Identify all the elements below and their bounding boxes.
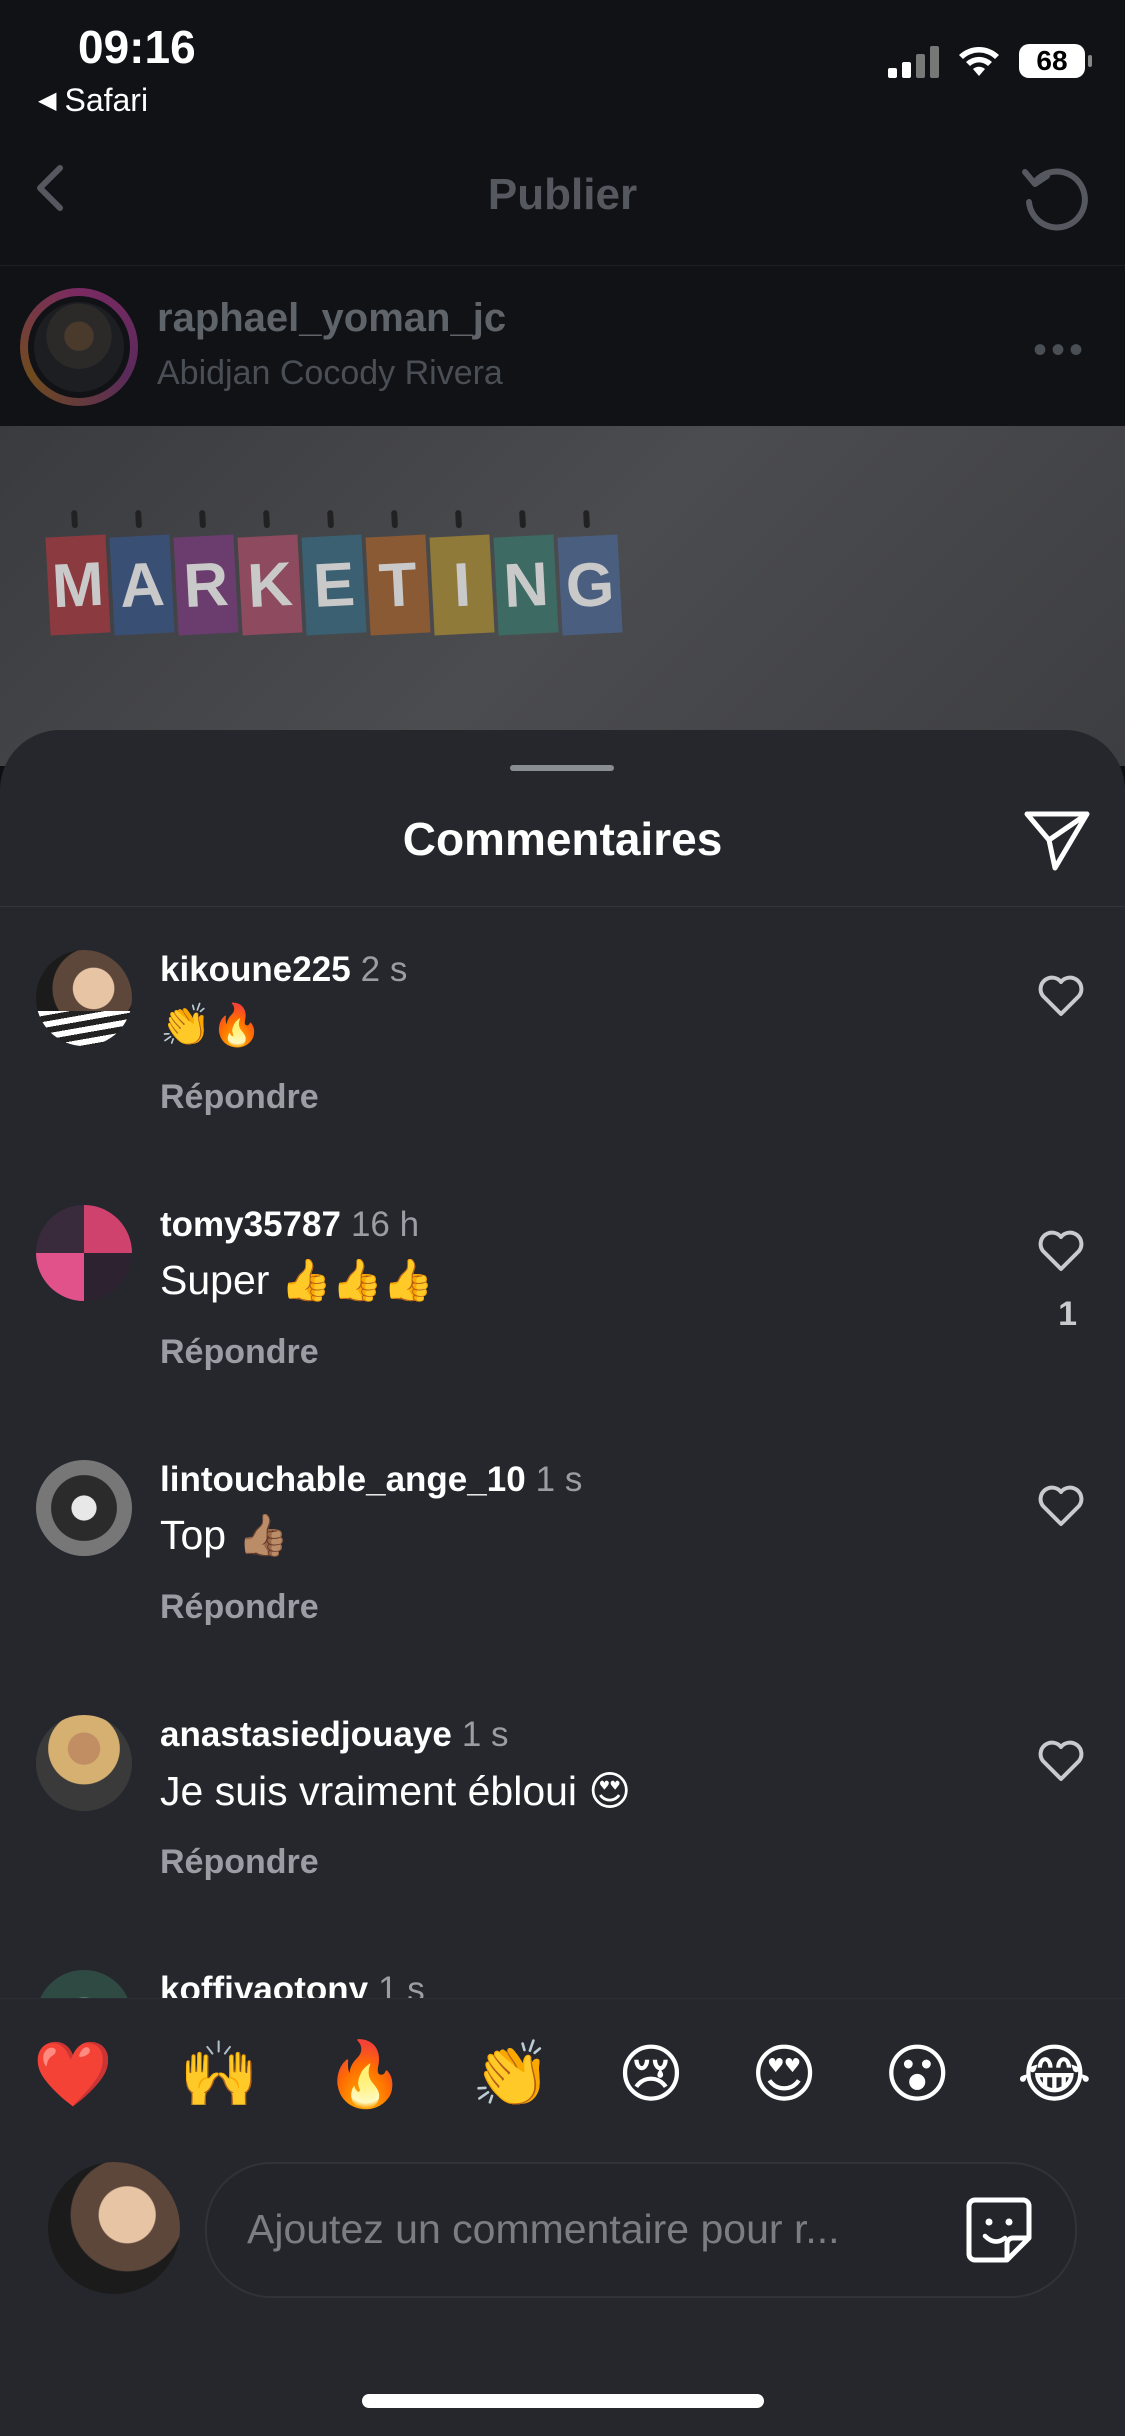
comment-username[interactable]: kikoune225 2 s (160, 950, 407, 990)
current-user-avatar (48, 2162, 180, 2294)
battery-icon: 68 (1019, 44, 1092, 78)
image-letter: T (365, 534, 431, 636)
sheet-grabber[interactable] (510, 765, 614, 771)
image-letter: G (557, 534, 623, 636)
commenter-avatar[interactable] (36, 950, 132, 1046)
comment-item: tomy35787 16 h Super 👍👍👍 Répondre 1 (0, 1175, 1125, 1430)
emoji-cry-button[interactable]: 😢 (618, 2037, 685, 2112)
comment-age: 1 s (461, 1715, 509, 1754)
comment-username[interactable]: koffiyaotony 1 s (160, 1970, 425, 2000)
comment-input-row (0, 2150, 1125, 2310)
comment-input[interactable] (245, 2196, 889, 2262)
image-letter: I (429, 534, 495, 636)
comment-item: anastasiedjouaye 1 s Je suis vraiment ébl… (0, 1685, 1125, 1940)
emoji-heart-button[interactable]: ❤️ (33, 2037, 113, 2112)
comment-item: kikoune225 2 s 👏🔥 Répondre (0, 920, 1125, 1175)
image-letter: R (173, 534, 239, 636)
comment-text: Super 👍👍👍 (160, 1257, 434, 1303)
status-bar: 09:16 ◀ Safari 68 (0, 0, 1125, 130)
commenter-avatar[interactable] (36, 1970, 132, 2000)
back-triangle-icon: ◀ (38, 87, 57, 114)
heart-icon[interactable] (1035, 1225, 1087, 1277)
image-letter: K (237, 534, 303, 636)
image-letter: N (493, 534, 559, 636)
status-indicators: 68 (888, 44, 1092, 78)
author-location[interactable]: Abidjan Cocody Rivera (157, 354, 503, 393)
back-app-label: Safari (64, 82, 149, 118)
author-avatar[interactable] (20, 288, 138, 406)
image-letter: E (301, 534, 367, 636)
marketing-letters: M A R K E T I N G (45, 534, 623, 636)
emoji-raised-hands-button[interactable]: 🙌 (179, 2037, 259, 2112)
commenter-avatar[interactable] (36, 1460, 132, 1556)
home-indicator (362, 2394, 764, 2408)
comment-username[interactable]: tomy35787 16 h (160, 1205, 419, 1245)
cellular-signal-icon (888, 44, 939, 78)
emoji-quick-bar: ❤️ 🙌 🔥 👏 😢 😍 😮 😂 (0, 1998, 1125, 2149)
share-icon[interactable] (1021, 804, 1093, 876)
heart-icon[interactable] (1035, 970, 1087, 1022)
more-options-icon[interactable]: ••• (1033, 328, 1087, 373)
emoji-laugh-button[interactable]: 😂 (1017, 2037, 1092, 2112)
page-title: Publier (487, 170, 638, 219)
heart-icon[interactable] (1035, 1735, 1087, 1787)
comment-item: koffiyaotony 1 s (0, 1940, 1125, 2000)
reply-button[interactable]: Répondre (160, 1333, 319, 1372)
image-letter: A (109, 534, 175, 636)
reply-button[interactable]: Répondre (160, 1078, 319, 1117)
commenter-avatar[interactable] (36, 1205, 132, 1301)
sheet-title: Commentaires (402, 813, 723, 865)
reply-button[interactable]: Répondre (160, 1843, 319, 1882)
comment-age: 1 s (378, 1970, 425, 2000)
emoji-fire-button[interactable]: 🔥 (325, 2037, 405, 2112)
comment-field[interactable] (205, 2162, 1077, 2298)
comment-text: Top 👍🏽 (160, 1512, 289, 1558)
post-image: M A R K E T I N G (0, 426, 1125, 766)
comment-list[interactable]: kikoune225 2 s 👏🔥 Répondre tomy35787 16 h … (0, 920, 1125, 2000)
comments-sheet: Commentaires kikoune225 2 s 👏🔥 Répondre t… (0, 730, 1125, 2436)
comment-item: lintouchable_ange_10 1 s Top 👍🏽 Répondre (0, 1430, 1125, 1685)
like-count[interactable]: 1 (1058, 1295, 1077, 1334)
author-username[interactable]: raphael_yoman_jc (157, 296, 506, 341)
wifi-icon (959, 47, 999, 76)
comment-text: 👏🔥 (160, 1002, 263, 1048)
status-time: 09:16 (78, 21, 196, 73)
image-letter: M (45, 534, 111, 636)
emoji-surprised-button[interactable]: 😮 (884, 2037, 951, 2112)
reply-button[interactable]: Répondre (160, 1588, 319, 1627)
comment-username[interactable]: lintouchable_ange_10 1 s (160, 1460, 582, 1500)
sticker-icon[interactable] (961, 2192, 1037, 2268)
emoji-heart-eyes-button[interactable]: 😍 (751, 2037, 818, 2112)
post-author-row: raphael_yoman_jc Abidjan Cocody Rivera •… (0, 266, 1125, 426)
heart-icon[interactable] (1035, 1480, 1087, 1532)
comment-username[interactable]: anastasiedjouaye 1 s (160, 1715, 509, 1755)
refresh-icon[interactable] (1015, 158, 1095, 238)
divider (0, 906, 1125, 907)
top-navbar: Publier (0, 130, 1125, 266)
comment-text: Je suis vraiment ébloui 😍 (160, 1768, 632, 1814)
comment-age: 2 s (360, 950, 408, 989)
back-to-app-link[interactable]: ◀ Safari (38, 82, 148, 119)
emoji-clap-button[interactable]: 👏 (471, 2037, 551, 2112)
comment-age: 1 s (535, 1460, 583, 1499)
comment-age: 16 h (350, 1205, 420, 1244)
commenter-avatar[interactable] (36, 1715, 132, 1811)
